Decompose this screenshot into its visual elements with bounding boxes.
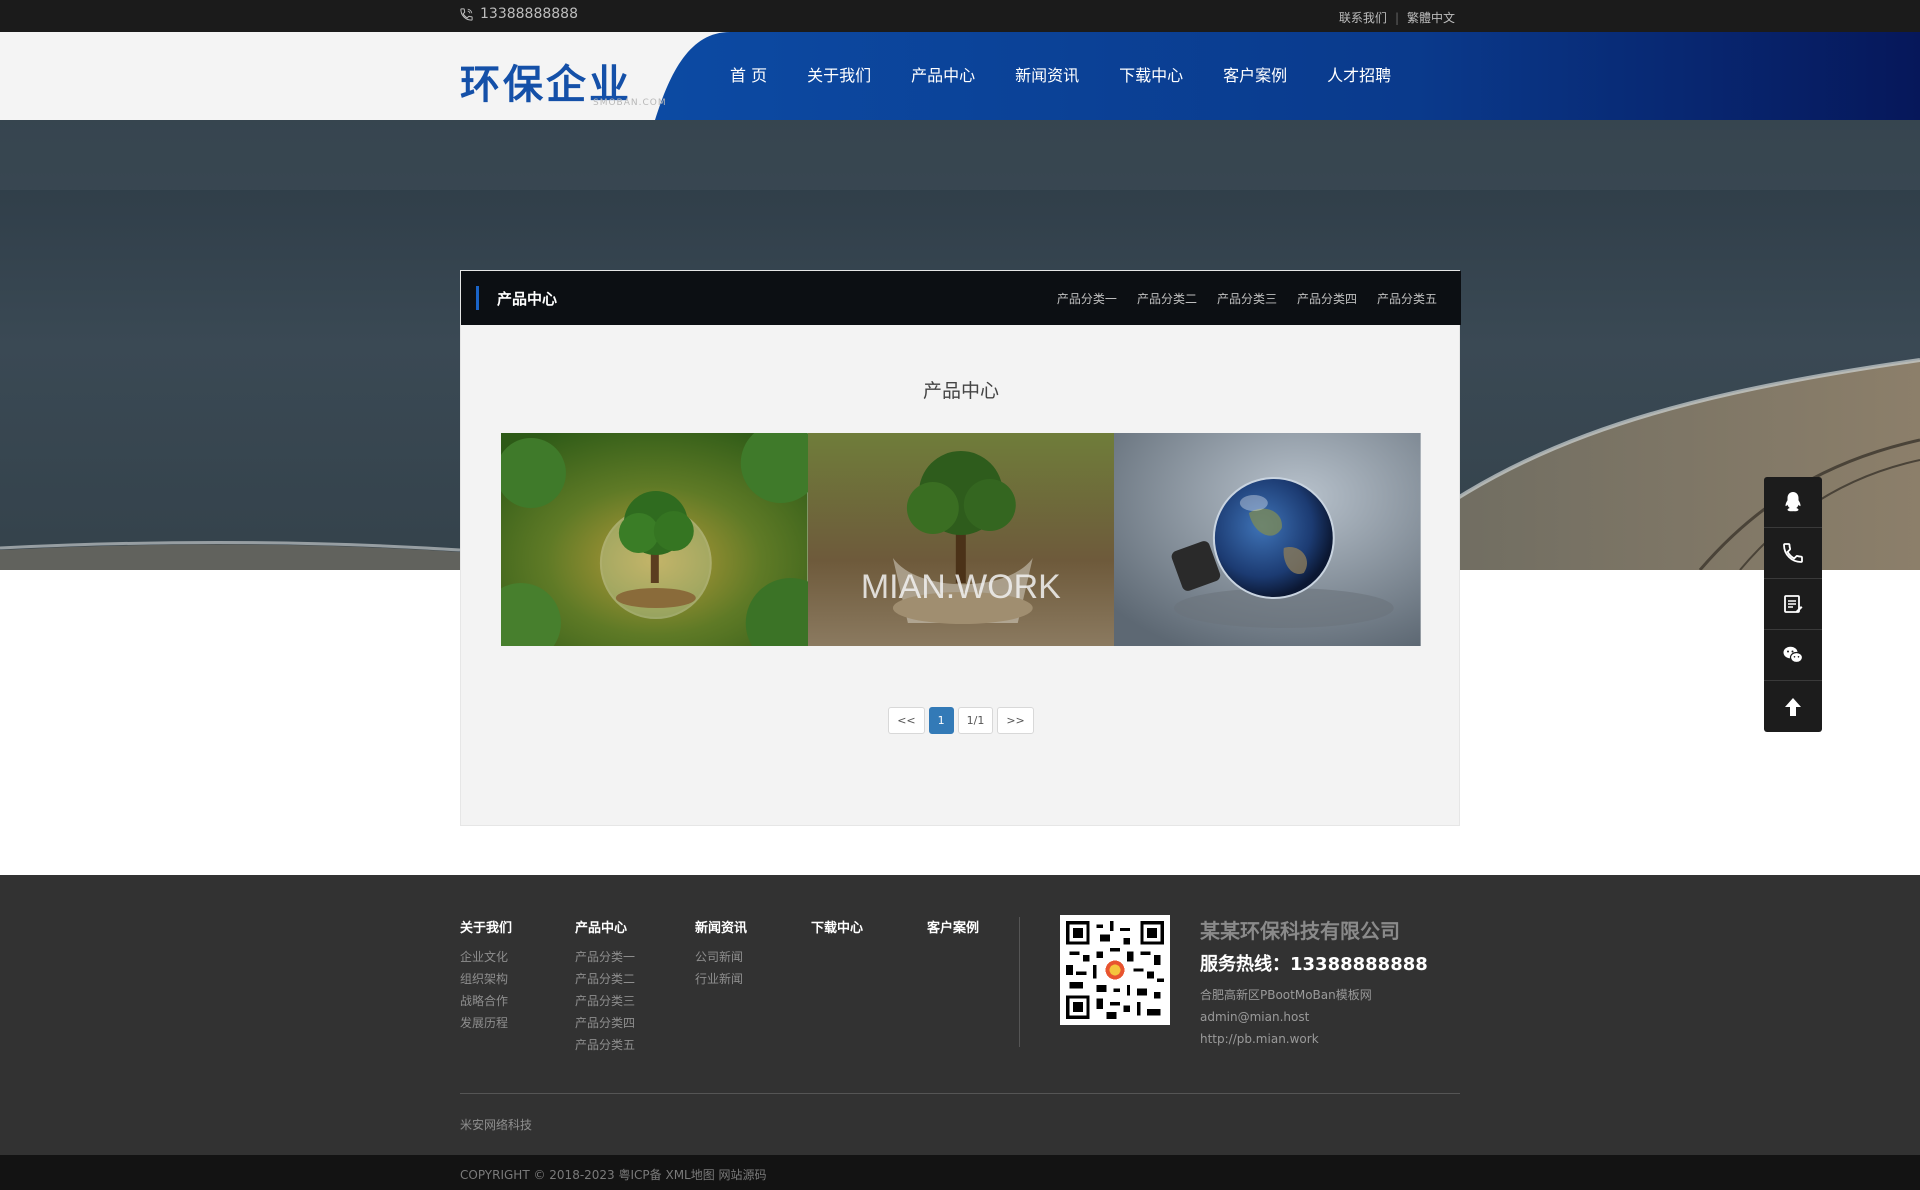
footer-col-cases: 客户案例 — [927, 917, 979, 946]
footer-separator-line — [460, 1093, 1460, 1094]
company-name: 某某环保科技有限公司 — [1200, 919, 1400, 943]
company-email[interactable]: admin@mian.host — [1200, 1006, 1428, 1028]
phone-icon — [1783, 543, 1803, 563]
company-info: 某某环保科技有限公司 服务热线：13388888888 合肥高新区PBootMo… — [1200, 915, 1428, 1050]
copyright-bar: COPYRIGHT © 2018-2023 粤ICP备 XML地图 网站源码 — [0, 1155, 1920, 1190]
nav-jobs[interactable]: 人才招聘 — [1307, 32, 1411, 120]
product-item-3[interactable] — [1114, 433, 1421, 646]
top-phone: 13388888888 — [459, 6, 578, 22]
footer-link[interactable]: 产品分类三 — [575, 990, 635, 1012]
category-link-1[interactable]: 产品分类一 — [1057, 290, 1117, 307]
company-hotline: 服务热线：13388888888 — [1200, 954, 1428, 975]
product-item-2[interactable]: MIAN.WORK — [807, 433, 1115, 646]
top-phone-number: 13388888888 — [480, 6, 578, 22]
company-address: 合肥高新区PBootMoBan模板网 — [1200, 988, 1372, 1002]
main-nav: 首 页 关于我们 产品中心 新闻资讯 下载中心 客户案例 人才招聘 — [710, 32, 1411, 120]
category-links: 产品分类一 产品分类二 产品分类三 产品分类四 产品分类五 — [1057, 290, 1437, 307]
footer-link[interactable]: 公司新闻 — [695, 946, 747, 968]
header-accent-bar — [476, 286, 479, 310]
footer-col-title[interactable]: 新闻资讯 — [695, 917, 747, 936]
product-panel: 产品中心 产品分类一 产品分类二 产品分类三 产品分类四 产品分类五 产品中心 — [460, 270, 1461, 826]
footer-col-news: 新闻资讯 公司新闻 行业新闻 — [695, 917, 747, 990]
top-separator: | — [1394, 10, 1399, 25]
header: 环保企业 SMOBAN.COM 首 页 关于我们 产品中心 新闻资讯 下载中心 … — [0, 32, 1920, 120]
footer-link[interactable]: 企业文化 — [460, 946, 512, 968]
footer-divider — [1019, 917, 1020, 1047]
footer-col-title[interactable]: 产品中心 — [575, 917, 635, 936]
side-message-button[interactable] — [1764, 579, 1822, 630]
panel-title: 产品中心 — [497, 290, 558, 308]
category-link-2[interactable]: 产品分类二 — [1137, 290, 1197, 307]
pager-prev-button[interactable]: << — [888, 707, 925, 734]
footer-link[interactable]: 发展历程 — [460, 1012, 512, 1034]
arrow-up-icon — [1785, 697, 1801, 716]
contact-link[interactable]: 联系我们 — [1339, 9, 1387, 26]
product-grid: MIAN.WORK — [501, 433, 1421, 646]
company-website[interactable]: http://pb.mian.work — [1200, 1028, 1428, 1050]
footer-link[interactable]: 产品分类四 — [575, 1012, 635, 1034]
company-details: 合肥高新区PBootMoBan模板网 admin@mian.host http:… — [1200, 984, 1428, 1050]
nav-cases[interactable]: 客户案例 — [1203, 32, 1307, 120]
nav-about[interactable]: 关于我们 — [787, 32, 891, 120]
qr-code — [1060, 915, 1170, 1025]
side-qq-button[interactable] — [1764, 477, 1822, 528]
wechat-icon — [1783, 646, 1804, 664]
top-bar: 13388888888 联系我们 | 繁體中文 — [0, 0, 1920, 32]
earth-lightbulb-image — [1114, 433, 1421, 646]
language-switch-link[interactable]: 繁體中文 — [1407, 9, 1455, 26]
footer-col-products: 产品中心 产品分类一 产品分类二 产品分类三 产品分类四 产品分类五 — [575, 917, 635, 1056]
top-links: 联系我们 | 繁體中文 — [1339, 9, 1455, 26]
footer-link[interactable]: 组织架构 — [460, 968, 512, 990]
category-link-3[interactable]: 产品分类三 — [1217, 290, 1277, 307]
footer-col-downloads: 下载中心 — [811, 917, 863, 946]
message-icon — [1784, 595, 1803, 613]
footer-link[interactable]: 战略合作 — [460, 990, 512, 1012]
nav-products[interactable]: 产品中心 — [891, 32, 995, 120]
phone-icon — [460, 7, 473, 21]
footer-link[interactable]: 产品分类二 — [575, 968, 635, 990]
product-2-overlay-text: MIAN.WORK — [861, 568, 1061, 606]
footer: 关于我们 企业文化 组织架构 战略合作 发展历程 产品中心 产品分类一 产品分类… — [0, 875, 1920, 1155]
footer-col-title[interactable]: 关于我们 — [460, 917, 512, 936]
footer-col-about: 关于我们 企业文化 组织架构 战略合作 发展历程 — [460, 917, 512, 1034]
pager-next-button[interactable]: >> — [997, 707, 1034, 734]
footer-link[interactable]: 行业新闻 — [695, 968, 747, 990]
tree-in-broken-glass-image: MIAN.WORK — [807, 433, 1115, 646]
category-link-4[interactable]: 产品分类四 — [1297, 290, 1357, 307]
category-link-5[interactable]: 产品分类五 — [1377, 290, 1437, 307]
footer-col-title[interactable]: 下载中心 — [811, 917, 863, 936]
footer-link[interactable]: 产品分类五 — [575, 1034, 635, 1056]
side-phone-button[interactable] — [1764, 528, 1822, 579]
nav-downloads[interactable]: 下载中心 — [1099, 32, 1203, 120]
footer-col-title[interactable]: 客户案例 — [927, 917, 979, 936]
product-panel-header: 产品中心 产品分类一 产品分类二 产品分类三 产品分类四 产品分类五 — [461, 271, 1461, 325]
footer-link[interactable]: 产品分类一 — [575, 946, 635, 968]
footer-brand-link[interactable]: 米安网络科技 — [460, 1116, 532, 1133]
tree-in-glass-image — [501, 433, 808, 646]
copyright-text: COPYRIGHT © 2018-2023 粤ICP备 XML地图 网站源码 — [460, 1168, 767, 1182]
section-title: 产品中心 — [922, 380, 999, 402]
qq-icon — [1785, 492, 1801, 512]
product-item-1[interactable] — [501, 433, 808, 646]
nav-home[interactable]: 首 页 — [710, 32, 787, 120]
pager-total: 1/1 — [957, 707, 994, 734]
side-toolbar — [1764, 477, 1822, 732]
pager-page-1[interactable]: 1 — [928, 707, 954, 734]
side-wechat-button[interactable] — [1764, 630, 1822, 681]
qr-code-icon — [1066, 921, 1164, 1019]
pagination: << 1 1/1 >> — [461, 707, 1461, 734]
nav-news[interactable]: 新闻资讯 — [995, 32, 1099, 120]
side-back-to-top-button[interactable] — [1764, 681, 1822, 732]
site-logo-subtext: SMOBAN.COM — [593, 98, 667, 108]
